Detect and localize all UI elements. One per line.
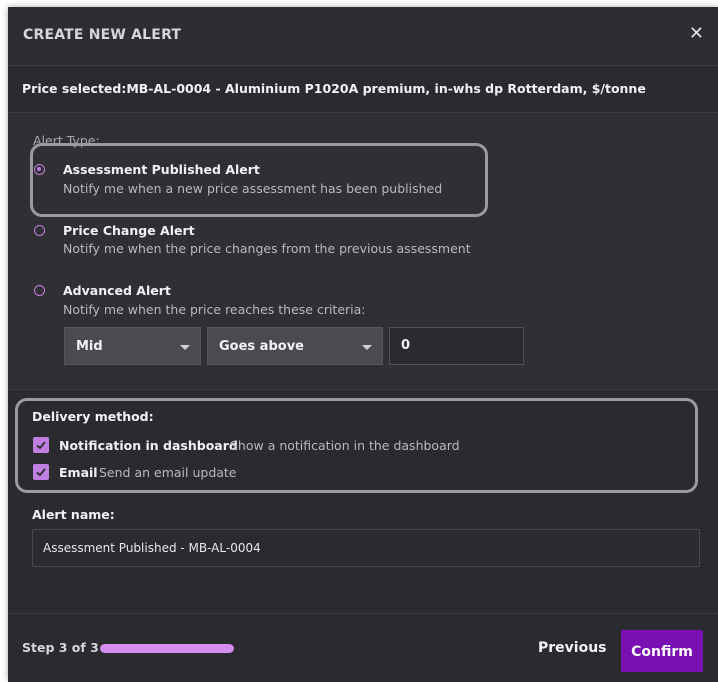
option-title-advanced-alert[interactable]: Advanced Alert (63, 283, 171, 298)
option-title-price-change[interactable]: Price Change Alert (63, 223, 195, 238)
criteria-condition-value: Goes above (219, 339, 304, 354)
radio-advanced-alert[interactable] (34, 285, 45, 296)
delivery-method-label: Delivery method: (32, 409, 154, 424)
modal-title: CREATE NEW ALERT (23, 27, 182, 43)
radio-assessment-published[interactable] (34, 164, 45, 175)
delivery-title-email[interactable]: Email (59, 465, 98, 480)
progress-bar-fill (100, 644, 234, 653)
alert-name-input[interactable]: Assessment Published - MB-AL-0004 (32, 529, 700, 567)
alert-type-section: Alert Type: Assessment Published Alert N… (8, 113, 718, 390)
option-desc-advanced-alert: Notify me when the price reaches these c… (63, 302, 366, 317)
criteria-field-select[interactable]: Mid (64, 327, 201, 365)
progress-bar (100, 644, 234, 653)
chevron-down-icon (180, 345, 190, 350)
delivery-title-dashboard[interactable]: Notification in dashboard (59, 438, 238, 453)
price-selected-bar: Price selected:MB-AL-0004 - Aluminium P1… (8, 66, 718, 113)
delivery-desc-dashboard: Show a notification in the dashboard (230, 438, 460, 453)
criteria-threshold-input[interactable]: 0 (389, 327, 524, 365)
modal-footer: Step 3 of 3 Previous Confirm (8, 613, 718, 682)
close-icon[interactable]: ✕ (689, 23, 704, 44)
checkbox-notification-dashboard[interactable] (33, 437, 49, 453)
checkbox-email[interactable] (33, 464, 49, 480)
confirm-button[interactable]: Confirm (621, 630, 703, 672)
option-desc-price-change: Notify me when the price changes from th… (63, 241, 471, 256)
option-desc-assessment-published: Notify me when a new price assessment ha… (63, 181, 443, 196)
step-indicator: Step 3 of 3 (22, 640, 99, 655)
alert-type-label: Alert Type: (33, 133, 100, 148)
radio-price-change[interactable] (34, 225, 45, 236)
delivery-desc-email: Send an email update (99, 465, 237, 480)
criteria-field-value: Mid (76, 339, 103, 354)
option-title-assessment-published[interactable]: Assessment Published Alert (63, 162, 260, 177)
previous-button[interactable]: Previous (538, 640, 607, 656)
chevron-down-icon (362, 345, 372, 350)
alert-name-label: Alert name: (32, 507, 115, 522)
create-alert-modal: CREATE NEW ALERT ✕ Price selected:MB-AL-… (8, 7, 718, 682)
modal-header: CREATE NEW ALERT ✕ (8, 7, 718, 66)
criteria-condition-select[interactable]: Goes above (207, 327, 383, 365)
price-selected-text: Price selected:MB-AL-0004 - Aluminium P1… (22, 81, 646, 96)
